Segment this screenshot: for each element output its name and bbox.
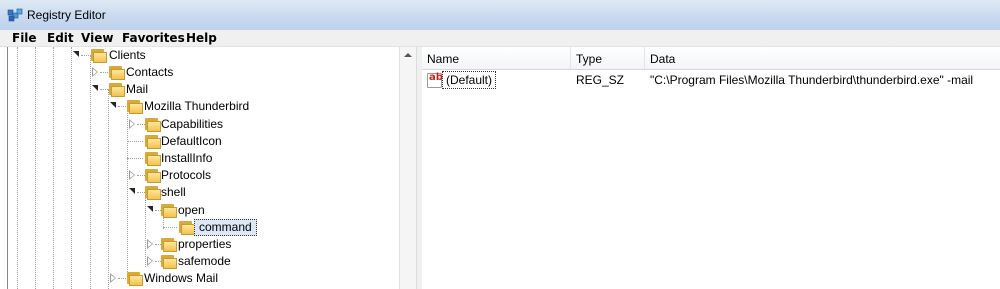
menu-file[interactable]: File <box>9 30 40 46</box>
tree-node-label: safemode <box>178 254 231 268</box>
folder-icon <box>160 203 177 218</box>
menu-edit[interactable]: Edit <box>44 30 77 46</box>
menu-view[interactable]: View <box>78 30 116 46</box>
value-type: REG_SZ <box>576 73 625 87</box>
folder-icon <box>160 237 177 252</box>
column-header-name[interactable]: Name <box>422 47 571 69</box>
tree-node-defaulticon[interactable]: DefaultIcon <box>127 133 327 150</box>
tree-node-label: InstallInfo <box>161 151 213 165</box>
key-tree-pane[interactable]: Clients Contacts Mail Mozilla Thunderbir… <box>7 47 416 289</box>
tree-node-label: command <box>194 219 257 236</box>
collapse-arrow-icon[interactable] <box>110 102 116 108</box>
values-list-pane[interactable]: Name Type Data ab (Default) REG_SZ "C:\P… <box>422 47 1000 289</box>
folder-icon <box>178 220 195 235</box>
collapse-arrow-icon[interactable] <box>73 51 79 57</box>
tree-node-properties[interactable]: properties <box>145 236 345 253</box>
tree-node-label: shell <box>161 185 186 199</box>
title-bar: Registry Editor <box>0 0 1000 31</box>
folder-icon <box>90 48 107 63</box>
tree-node-label: Mozilla Thunderbird <box>144 99 250 113</box>
string-value-icon: ab <box>427 72 443 88</box>
tree-node-clients[interactable]: Clients <box>71 47 271 64</box>
column-header-type[interactable]: Type <box>571 47 645 69</box>
registry-editor-icon <box>7 8 23 22</box>
folder-icon <box>144 168 161 183</box>
tree-node-mozilla-thunderbird[interactable]: Mozilla Thunderbird <box>108 98 328 115</box>
menu-favorites[interactable]: Favorites <box>119 30 188 46</box>
column-header-data[interactable]: Data <box>645 47 999 69</box>
folder-icon <box>126 271 143 286</box>
tree-node-protocols[interactable]: Protocols <box>127 167 327 184</box>
tree-node-mail[interactable]: Mail <box>90 81 290 98</box>
value-data: "C:\Program Files\Mozilla Thunderbird\th… <box>650 73 974 87</box>
tree-node-open[interactable]: open <box>145 202 345 219</box>
tree-node-label: Windows Mail <box>144 271 219 285</box>
folder-icon <box>144 185 161 200</box>
folder-icon <box>144 117 161 132</box>
collapse-arrow-icon[interactable] <box>147 206 153 212</box>
folder-icon <box>144 134 161 149</box>
folder-icon <box>108 82 125 97</box>
list-header: Name Type Data <box>422 47 1000 70</box>
scroll-up-arrow-icon[interactable] <box>404 53 412 57</box>
tree-node-label: DefaultIcon <box>161 134 222 148</box>
tree-node-contacts[interactable]: Contacts <box>90 64 290 81</box>
tree-node-installinfo[interactable]: InstallInfo <box>127 150 327 167</box>
tree-node-label: Contacts <box>126 65 174 79</box>
tree-node-label: Protocols <box>161 168 212 182</box>
menu-bar: File Edit View Favorites Help <box>0 30 1000 47</box>
folder-icon <box>126 99 143 114</box>
tree-node-label: Mail <box>126 82 149 96</box>
collapse-arrow-icon[interactable] <box>92 85 98 91</box>
tree-node-command[interactable]: command <box>163 219 363 236</box>
tree-vertical-scrollbar[interactable] <box>399 47 417 289</box>
window-title: Registry Editor <box>27 8 106 22</box>
tree-node-safemode[interactable]: safemode <box>145 253 345 270</box>
folder-icon <box>144 151 161 166</box>
value-name: (Default) <box>442 71 497 89</box>
tree-node-shell[interactable]: shell <box>127 184 327 201</box>
tree-node-label: Capabilities <box>161 117 224 131</box>
folder-icon <box>160 254 177 269</box>
value-row[interactable]: ab (Default) REG_SZ "C:\Program Files\Mo… <box>422 71 1000 89</box>
tree-node-capabilities[interactable]: Capabilities <box>127 116 327 133</box>
tree-node-windows-mail[interactable]: Windows Mail <box>108 270 308 287</box>
tree-node-label: open <box>178 203 205 217</box>
collapse-arrow-icon[interactable] <box>129 188 135 194</box>
tree-node-label: properties <box>178 237 232 251</box>
menu-help[interactable]: Help <box>183 30 220 46</box>
tree-node-label: Clients <box>109 48 146 62</box>
folder-icon <box>108 65 125 80</box>
